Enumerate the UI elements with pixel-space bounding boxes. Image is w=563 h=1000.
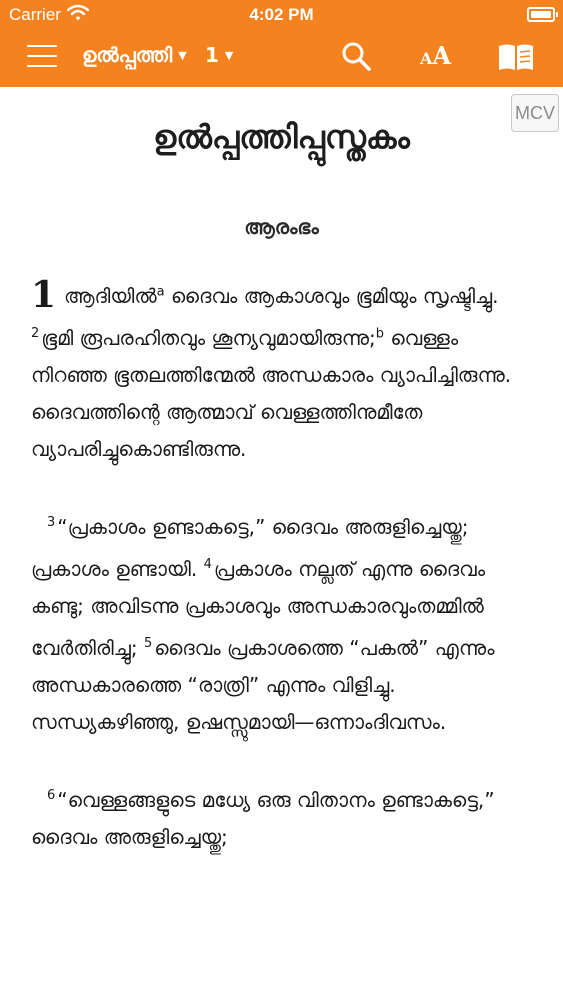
chapter-dropdown-caret-icon: ▼ (224, 49, 234, 62)
verse-1-text: ആദിയിൽ (64, 284, 157, 308)
font-size-icon[interactable]: AA (420, 41, 451, 70)
book-selector-label: ഉൽപ്പത്തി (82, 43, 173, 67)
book-title: ഉൽപ്പത്തിപ്പുസ്തകം (153, 118, 410, 156)
paragraph-2: 3 “പ്രകാശം ഉണ്ടാകട്ടെ,” ദൈവം അരുളിച്ചെയ്ത… (31, 504, 536, 741)
paragraph-1: ആദിയിൽa ദൈവം ആകാശവും ഭൂമിയും സൃഷ്ടിച്ചു.… (31, 278, 536, 468)
navigation-bar: ഉൽപ്പത്തി ▼ 1 ▼ AA (0, 32, 563, 84)
book-dropdown-caret-icon: ▼ (178, 49, 187, 62)
chapter-selector-label: 1 (205, 43, 219, 67)
status-time: 4:02 PM (249, 5, 314, 24)
verse-number-3: 3 (47, 515, 56, 530)
footnote-b[interactable]: b (376, 326, 384, 341)
top-bar: Carrier 4:02 PM ഉൽപ്പത്തി ▼ 1 ▼ AA (0, 0, 563, 87)
battery-icon (527, 7, 558, 22)
font-size-big-glyph: A (432, 41, 452, 70)
verse-6-text: “വെള്ളങ്ങളുടെ മധ്യേ ഒരു വിതാനം ഉണ്ടാകട്ട… (31, 788, 495, 849)
paragraph-3: 6 “വെള്ളങ്ങളുടെ മധ്യേ ഒരു വിതാനം ഉണ്ടാകട്… (31, 777, 536, 856)
chapter-number: 1 (31, 274, 57, 316)
status-bar: Carrier 4:02 PM (0, 0, 563, 30)
verse-number-6: 6 (47, 788, 56, 803)
verse-1-rest: ദൈവം ആകാശവും ഭൂമിയും സൃഷ്ടിച്ചു. (164, 284, 499, 308)
footnote-a[interactable]: a (157, 284, 165, 299)
book-selector[interactable]: ഉൽപ്പത്തി ▼ (82, 43, 187, 67)
verse-2-text: ഭൂമി രൂപരഹിതവും ശൂന്യവുമായിരുന്നു; (41, 326, 376, 350)
scripture-passage: 1 ആദിയിൽa ദൈവം ആകാശവും ഭൂമിയും സൃഷ്ടിച്ച… (31, 274, 536, 892)
verse-number-5: 5 (143, 636, 153, 651)
search-icon[interactable] (340, 40, 372, 72)
section-heading: ആരംഭം (244, 215, 319, 239)
verse-number-2: 2 (31, 326, 40, 341)
book-reader-icon[interactable] (497, 42, 535, 72)
verse-number-4: 4 (203, 557, 212, 572)
hamburger-menu-icon[interactable] (27, 45, 57, 67)
font-size-small-glyph: A (420, 49, 433, 68)
chapter-selector[interactable]: 1 ▼ (205, 43, 233, 67)
